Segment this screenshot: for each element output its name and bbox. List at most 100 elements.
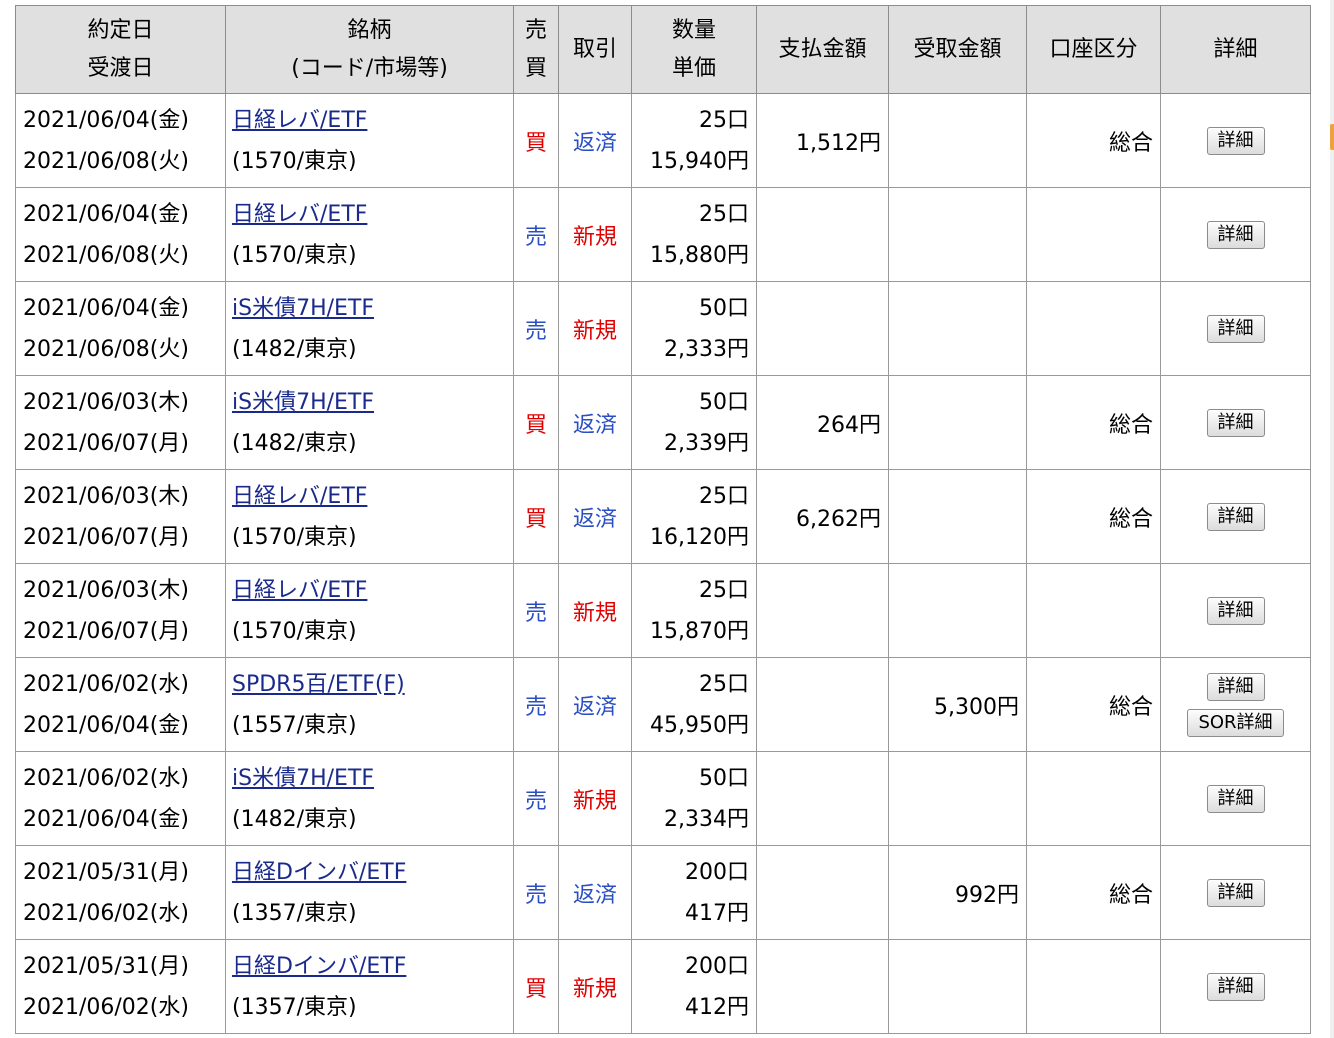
pay-cell: 264円 [756, 375, 889, 470]
detail-cell: 詳細 [1160, 469, 1311, 564]
security-cell: 日経Dインバ/ETF (1357/東京) [225, 939, 514, 1034]
security-code: (1570/東京) [232, 148, 357, 174]
recv-cell [888, 939, 1027, 1034]
sor-detail-button[interactable]: SOR詳細 [1187, 708, 1284, 737]
pay-cell [756, 845, 889, 940]
trade-date: 2021/05/31(月) [23, 859, 189, 885]
table-row: 2021/06/03(木) 2021/06/07(月) 日経レバ/ETF (1570/… [15, 469, 1311, 564]
trade-type-label: 返済 [572, 506, 617, 532]
security-name-link[interactable]: 日経Dインバ/ETF [232, 954, 406, 979]
account-type: 総合 [1108, 506, 1153, 532]
security-cell: 日経レバ/ETF (1570/東京) [225, 187, 514, 282]
pay-cell: 6,262円 [756, 469, 889, 564]
side-label: 売 [524, 694, 547, 720]
pay-cell [756, 281, 889, 376]
qty-cell: 25口 15,940円 [631, 93, 757, 188]
detail-cell: 詳細 [1160, 751, 1311, 846]
security-cell: iS米債7H/ETF (1482/東京) [225, 375, 514, 470]
detail-button[interactable]: 詳細 [1206, 314, 1265, 343]
table-row: 2021/06/04(金) 2021/06/08(火) 日経レバ/ETF (1570/… [15, 187, 1311, 282]
quantity: 25口 [699, 671, 749, 697]
pay-amount: 6,262円 [796, 506, 881, 532]
security-name-link[interactable]: iS米債7H/ETF [232, 766, 374, 791]
security-name-link[interactable]: 日経レバ/ETF [232, 578, 367, 603]
trade-type-cell: 返済 [558, 845, 632, 940]
settle-date: 2021/06/07(月) [23, 618, 189, 644]
trade-date: 2021/06/02(水) [23, 765, 189, 791]
unit-price: 16,120円 [650, 524, 749, 550]
qty-cell: 50口 2,339円 [631, 375, 757, 470]
detail-button[interactable]: 詳細 [1206, 220, 1265, 249]
date-cell: 2021/06/04(金) 2021/06/08(火) [15, 93, 226, 188]
security-name-link[interactable]: 日経Dインバ/ETF [232, 860, 406, 885]
trade-type-label: 新規 [572, 318, 617, 344]
detail-button[interactable]: 詳細 [1206, 502, 1265, 531]
side-cell: 売 [513, 657, 559, 752]
security-code: (1482/東京) [232, 430, 357, 456]
account-type: 総合 [1108, 130, 1153, 156]
side-label: 買 [524, 412, 547, 438]
security-name-link[interactable]: SPDR5百/ETF(F) [232, 672, 405, 697]
header-price-label: 単価 [671, 55, 716, 81]
date-cell: 2021/06/03(木) 2021/06/07(月) [15, 375, 226, 470]
security-name-link[interactable]: iS米債7H/ETF [232, 390, 374, 415]
security-cell: 日経Dインバ/ETF (1357/東京) [225, 845, 514, 940]
detail-button[interactable]: 詳細 [1206, 784, 1265, 813]
trade-type-label: 返済 [572, 882, 617, 908]
detail-button[interactable]: 詳細 [1206, 126, 1265, 155]
date-cell: 2021/05/31(月) 2021/06/02(水) [15, 845, 226, 940]
trade-type-label: 新規 [572, 976, 617, 1002]
detail-cell: 詳細 [1160, 939, 1311, 1034]
table-row: 2021/06/02(水) 2021/06/04(金) SPDR5百/ETF(F) (… [15, 657, 1311, 752]
quantity: 50口 [699, 295, 749, 321]
settle-date: 2021/06/04(金) [23, 712, 189, 738]
side-cell: 売 [513, 845, 559, 940]
recv-amount: 992円 [955, 882, 1019, 908]
side-cell: 売 [513, 563, 559, 658]
quantity: 25口 [699, 201, 749, 227]
recv-cell [888, 187, 1027, 282]
detail-button[interactable]: 詳細 [1206, 672, 1265, 701]
security-name-link[interactable]: 日経レバ/ETF [232, 108, 367, 133]
recv-cell [888, 469, 1027, 564]
trade-date: 2021/06/04(金) [23, 107, 189, 133]
pay-cell [756, 939, 889, 1034]
account-type: 総合 [1108, 412, 1153, 438]
settle-date: 2021/06/08(火) [23, 242, 189, 268]
pay-cell: 1,512円 [756, 93, 889, 188]
header-name: 銘柄 (コード/市場等) [225, 5, 514, 94]
trade-date: 2021/06/02(水) [23, 671, 189, 697]
unit-price: 2,334円 [664, 806, 749, 832]
settle-date: 2021/06/07(月) [23, 524, 189, 550]
header-qty-label: 数量 [671, 17, 716, 43]
trade-type-label: 返済 [572, 694, 617, 720]
unit-price: 15,880円 [650, 242, 749, 268]
unit-price: 412円 [685, 994, 749, 1020]
security-name-link[interactable]: 日経レバ/ETF [232, 202, 367, 227]
detail-button[interactable]: 詳細 [1206, 408, 1265, 437]
security-name-link[interactable]: iS米債7H/ETF [232, 296, 374, 321]
recv-cell [888, 375, 1027, 470]
table-row: 2021/06/03(木) 2021/06/07(月) iS米債7H/ETF (148… [15, 375, 1311, 470]
detail-button[interactable]: 詳細 [1206, 596, 1265, 625]
security-name-link[interactable]: 日経レバ/ETF [232, 484, 367, 509]
pay-cell [756, 187, 889, 282]
detail-button[interactable]: 詳細 [1206, 878, 1265, 907]
recv-cell [888, 281, 1027, 376]
trade-type-label: 新規 [572, 224, 617, 250]
side-cell: 買 [513, 375, 559, 470]
qty-cell: 25口 15,880円 [631, 187, 757, 282]
side-cell: 買 [513, 939, 559, 1034]
page-scrollbar[interactable] [1330, 0, 1334, 1038]
pay-cell [756, 657, 889, 752]
trade-date: 2021/06/04(金) [23, 201, 189, 227]
account-cell: 総合 [1026, 93, 1161, 188]
table-row: 2021/06/02(水) 2021/06/04(金) iS米債7H/ETF (148… [15, 751, 1311, 846]
trade-type-cell: 新規 [558, 563, 632, 658]
header-account-label: 口座区分 [1049, 36, 1138, 62]
header-account: 口座区分 [1026, 5, 1161, 94]
side-cell: 買 [513, 469, 559, 564]
pay-cell [756, 563, 889, 658]
header-qty: 数量 単価 [631, 5, 757, 94]
detail-button[interactable]: 詳細 [1206, 972, 1265, 1001]
